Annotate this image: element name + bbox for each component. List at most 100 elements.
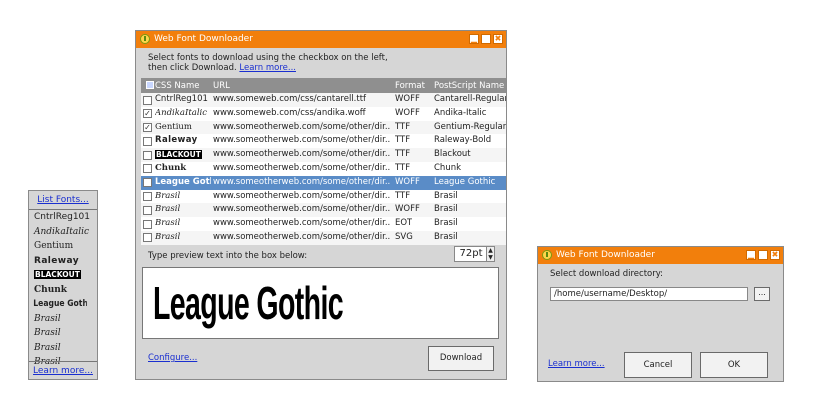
url-cell: www.someotherweb.com/some/other/dir... bbox=[213, 231, 391, 242]
learn-more-link[interactable]: Learn more... bbox=[239, 63, 296, 73]
directory-input[interactable]: /home/username/Desktop/ bbox=[550, 287, 748, 301]
row-checkbox[interactable] bbox=[143, 233, 152, 243]
table-body: CntrlReg101 www.someweb.com/css/cantarell… bbox=[141, 93, 506, 245]
window-title: Web Font Downloader bbox=[154, 34, 253, 44]
css-name-cell: Brasil bbox=[155, 204, 181, 215]
learn-more-link[interactable]: Learn more... bbox=[548, 359, 605, 369]
row-checkbox[interactable]: ✓ bbox=[143, 109, 152, 119]
cancel-button[interactable]: Cancel bbox=[624, 352, 692, 378]
postscript-cell: Blackout bbox=[434, 149, 471, 160]
table-row[interactable]: ✓ AndikaItalic www.someweb.com/css/andika.… bbox=[141, 106, 506, 121]
row-checkbox[interactable] bbox=[143, 192, 152, 202]
url-cell: www.someotherweb.com/some/other/dir... bbox=[213, 149, 391, 160]
font-list-item[interactable]: AndikaItalic bbox=[29, 225, 97, 240]
table-row[interactable]: Brasil www.someotherweb.com/some/other/di… bbox=[141, 217, 506, 231]
column-header-format[interactable]: Format bbox=[395, 81, 425, 91]
close-icon[interactable]: ✖ bbox=[493, 34, 503, 44]
css-name-cell: BLACKOUT bbox=[155, 150, 202, 160]
ok-button[interactable]: OK bbox=[700, 352, 768, 378]
list-fonts-link[interactable]: List Fonts... bbox=[29, 195, 97, 205]
table-row[interactable]: Raleway www.someotherweb.com/some/other/d… bbox=[141, 134, 506, 149]
font-list-item[interactable]: Brasil bbox=[29, 326, 97, 341]
font-size-spinner[interactable]: ▲ ▼ bbox=[486, 246, 495, 262]
table-row[interactable]: Brasil www.someotherweb.com/some/other/di… bbox=[141, 203, 506, 218]
dialog-title-bar[interactable]: Web Font Downloader ▁ ✖ bbox=[538, 247, 783, 264]
table-row[interactable]: BLACKOUT www.someotherweb.com/some/other/… bbox=[141, 148, 506, 162]
font-list-item[interactable]: Raleway bbox=[29, 254, 97, 269]
download-directory-dialog: Web Font Downloader ▁ ✖ Select download … bbox=[537, 246, 784, 382]
main-window: Web Font Downloader ▁ ✖ Select fonts to … bbox=[135, 30, 507, 380]
select-all-icon[interactable] bbox=[146, 81, 154, 89]
font-list: CntrlReg101 AndikaItalic Gentium Raleway… bbox=[29, 209, 97, 370]
browse-button[interactable]: ... bbox=[754, 287, 770, 301]
row-checkbox[interactable] bbox=[143, 164, 152, 174]
configure-link[interactable]: Configure... bbox=[148, 353, 197, 363]
url-cell: www.someweb.com/css/andika.woff bbox=[213, 107, 366, 118]
css-name-cell: Brasil bbox=[155, 218, 181, 229]
title-bar[interactable]: Web Font Downloader ▁ ✖ bbox=[136, 31, 506, 48]
url-cell: www.someweb.com/css/cantarell.ttf bbox=[213, 94, 367, 104]
table-row[interactable]: League Gothic www.someotherweb.com/some/o… bbox=[141, 175, 506, 190]
row-checkbox[interactable] bbox=[143, 136, 152, 146]
font-table: CSS Name URL Format PostScript Name Cntr… bbox=[141, 78, 506, 245]
row-checkbox[interactable] bbox=[143, 219, 152, 229]
intro-text: Select fonts to download using the check… bbox=[148, 53, 388, 73]
postscript-cell: Andika-Italic bbox=[434, 107, 487, 118]
font-list-item[interactable]: League Gothic bbox=[29, 297, 87, 312]
row-checkbox[interactable]: ✓ bbox=[143, 123, 152, 133]
download-button[interactable]: Download bbox=[428, 346, 494, 371]
url-cell: www.someotherweb.com/some/other/dir... bbox=[213, 135, 391, 146]
directory-label: Select download directory: bbox=[550, 269, 663, 279]
preview-text[interactable]: League Gothic bbox=[153, 274, 344, 332]
format-cell: TTF bbox=[395, 190, 411, 201]
postscript-cell: Raleway-Bold bbox=[434, 135, 492, 146]
close-icon[interactable]: ✖ bbox=[770, 250, 780, 260]
format-cell: WOFF bbox=[395, 107, 420, 118]
app-icon bbox=[140, 34, 150, 44]
table-row[interactable]: Brasil www.someotherweb.com/some/other/di… bbox=[141, 189, 506, 204]
postscript-cell: Gentium-Regular bbox=[434, 121, 506, 132]
table-row[interactable]: Chunk www.someotherweb.com/some/other/dir… bbox=[141, 161, 506, 176]
css-name-cell: AndikaItalic bbox=[155, 107, 208, 118]
maximize-icon[interactable] bbox=[481, 34, 491, 44]
url-cell: www.someotherweb.com/some/other/dir... bbox=[213, 162, 391, 173]
spin-up-icon[interactable]: ▲ bbox=[487, 247, 494, 254]
row-checkbox[interactable] bbox=[143, 205, 152, 215]
learn-more-link[interactable]: Learn more... bbox=[29, 361, 97, 379]
table-row[interactable]: ✓ Gentium www.someotherweb.com/some/other/… bbox=[141, 120, 506, 135]
row-checkbox[interactable] bbox=[143, 178, 152, 188]
css-name-cell: Chunk bbox=[155, 162, 187, 173]
table-row[interactable]: Brasil www.someotherweb.com/some/other/di… bbox=[141, 230, 506, 245]
column-header-css-name[interactable]: CSS Name bbox=[155, 81, 200, 91]
postscript-cell: Brasil bbox=[434, 218, 458, 229]
spin-down-icon[interactable]: ▼ bbox=[487, 254, 494, 261]
font-list-item[interactable]: CntrlReg101 bbox=[29, 210, 97, 225]
css-name-cell: CntrlReg101 bbox=[155, 94, 208, 104]
minimize-icon[interactable]: ▁ bbox=[746, 250, 756, 260]
postscript-cell: Cantarell-Regular bbox=[434, 94, 506, 104]
font-list-item[interactable]: BLACKOUT bbox=[29, 268, 97, 283]
format-cell: WOFF bbox=[395, 204, 420, 215]
maximize-icon[interactable] bbox=[758, 250, 768, 260]
table-row[interactable]: CntrlReg101 www.someweb.com/css/cantarell… bbox=[141, 93, 506, 107]
preview-box[interactable]: League Gothic bbox=[142, 267, 499, 339]
column-header-url[interactable]: URL bbox=[213, 81, 230, 91]
column-header-postscript[interactable]: PostScript Name bbox=[434, 81, 504, 91]
format-cell: WOFF bbox=[395, 94, 420, 104]
font-list-item[interactable]: Chunk bbox=[29, 283, 97, 298]
table-header: CSS Name URL Format PostScript Name bbox=[141, 78, 506, 93]
url-cell: www.someotherweb.com/some/other/dir... bbox=[213, 176, 391, 187]
dialog-title: Web Font Downloader bbox=[556, 250, 655, 260]
postscript-cell: Chunk bbox=[434, 162, 462, 173]
row-checkbox[interactable] bbox=[143, 150, 152, 160]
font-list-panel: List Fonts... CntrlReg101 AndikaItalic G… bbox=[28, 190, 98, 380]
font-list-item[interactable]: Gentium bbox=[29, 239, 97, 254]
row-checkbox[interactable] bbox=[143, 95, 152, 105]
format-cell: EOT bbox=[395, 218, 413, 229]
minimize-icon[interactable]: ▁ bbox=[469, 34, 479, 44]
css-name-cell: Brasil bbox=[155, 190, 181, 201]
font-list-item[interactable]: Brasil bbox=[29, 312, 97, 327]
url-cell: www.someotherweb.com/some/other/dir... bbox=[213, 190, 391, 201]
postscript-cell: League Gothic bbox=[434, 176, 496, 187]
font-list-item[interactable]: Brasil bbox=[29, 341, 97, 356]
